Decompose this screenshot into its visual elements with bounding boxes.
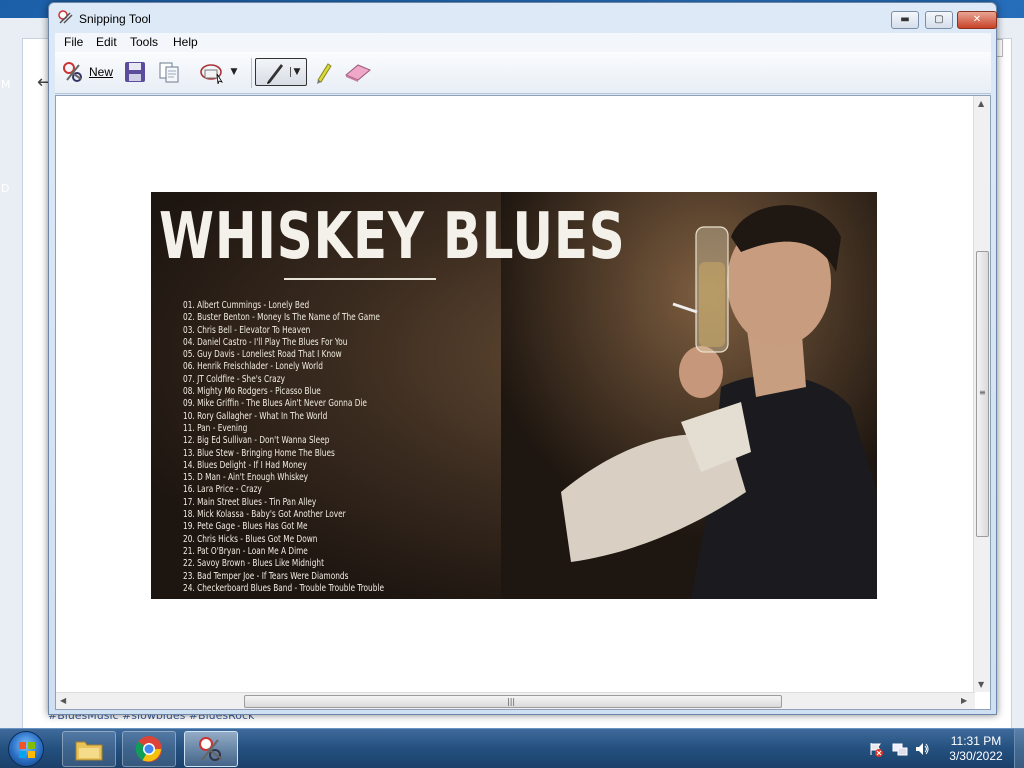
close-button[interactable]: ✕ <box>957 11 997 29</box>
track-item: 17. Main Street Blues - Tin Pan Alley <box>183 496 317 508</box>
track-item: 01. Albert Cummings - Lonely Bed <box>183 300 310 311</box>
track-item: 05. Guy Davis - Loneliest Road That I Kn… <box>183 349 342 361</box>
vertical-scrollbar[interactable]: ▲ ≡ ▼ <box>973 96 990 692</box>
maximize-button[interactable]: ▢ <box>925 11 953 29</box>
track-item: 04. Daniel Castro - I'll Play The Blues … <box>183 336 348 348</box>
show-desktop-button[interactable] <box>1014 729 1024 768</box>
copy-icon <box>159 62 179 83</box>
background-side-letters: M D <box>0 58 12 658</box>
taskbar-chrome[interactable] <box>122 731 176 767</box>
track-item: 24. Checkerboard Blues Band - Trouble Tr… <box>183 582 385 594</box>
track-item: 06. Henrik Freischlader - Lonely World <box>183 361 323 373</box>
pen-dropdown-arrow[interactable]: ▼ <box>289 67 300 77</box>
track-item: 10. Rory Gallagher - What In The World <box>183 410 328 422</box>
snipping-tool-window: Snipping Tool ▬ ▢ ✕ File Edit Tools Help… <box>48 2 997 715</box>
title-underline <box>284 278 436 280</box>
track-item: 11. Pan - Evening <box>183 422 248 434</box>
clock-date: 3/30/2022 <box>949 749 1003 763</box>
menu-file[interactable]: File <box>64 35 83 49</box>
track-item: 18. Mick Kolassa - Baby's Got Another Lo… <box>183 509 346 521</box>
snipping-tool-icon <box>58 10 73 24</box>
menu-edit[interactable]: Edit <box>96 35 117 49</box>
track-item: 12. Big Ed Sullivan - Don't Wanna Sleep <box>183 435 330 447</box>
grip-icon: ≡ <box>979 388 986 397</box>
chrome-icon <box>135 736 162 762</box>
track-item: 09. Mike Griffin - The Blues Ain't Never… <box>183 398 367 410</box>
network-icon[interactable] <box>892 741 908 757</box>
start-button[interactable] <box>8 731 44 767</box>
scroll-up-icon[interactable]: ▲ <box>978 99 984 108</box>
title-bar[interactable]: Snipping Tool ▬ ▢ ✕ <box>49 3 997 33</box>
pen-icon <box>266 64 283 84</box>
track-item: 16. Lara Price - Crazy <box>183 484 262 496</box>
horizontal-scrollbar[interactable]: ◀ ||| ▶ <box>56 692 975 709</box>
window-title: Snipping Tool <box>79 12 151 26</box>
scroll-right-icon[interactable]: ▶ <box>961 696 967 705</box>
eraser-button[interactable] <box>343 58 373 86</box>
scroll-down-icon[interactable]: ▼ <box>978 680 984 689</box>
send-email-icon <box>199 64 223 84</box>
menu-bar: File Edit Tools Help <box>55 33 991 52</box>
new-button-label: New <box>88 65 113 79</box>
send-snip-button[interactable]: ▼ <box>193 58 243 86</box>
captured-image: WHISKEY BLUES 01. Albert Cummings - Lone… <box>151 192 877 599</box>
track-item: 23. Bad Temper Joe - If Tears Were Diamo… <box>183 570 349 582</box>
track-item: 14. Blues Delight - If I Had Money <box>183 459 307 471</box>
action-center-icon[interactable] <box>868 741 884 757</box>
track-item: 22. Savoy Brown - Blues Like Midnight <box>183 558 324 570</box>
track-item: 21. Pat O'Bryan - Loan Me A Dime <box>183 545 308 557</box>
copy-button[interactable] <box>155 58 183 86</box>
toolbar: New ▼ ▼ <box>55 52 991 94</box>
scissors-icon <box>199 737 223 761</box>
taskbar: 11:31 PM 3/30/2022 <box>0 728 1024 768</box>
menu-tools[interactable]: Tools <box>130 35 158 49</box>
volume-icon[interactable] <box>914 741 930 757</box>
eraser-icon <box>345 64 371 82</box>
snip-canvas[interactable]: WHISKEY BLUES 01. Albert Cummings - Lone… <box>55 95 991 710</box>
clock-time: 11:31 PM <box>950 734 1002 748</box>
send-dropdown-arrow[interactable]: ▼ <box>231 67 238 77</box>
scissors-icon <box>62 62 82 82</box>
save-icon <box>125 62 145 82</box>
highlighter-button[interactable] <box>311 58 337 86</box>
save-button[interactable] <box>121 58 149 86</box>
minimize-button[interactable]: ▬ <box>891 11 919 29</box>
scroll-left-icon[interactable]: ◀ <box>60 696 66 705</box>
vertical-scroll-thumb[interactable]: ≡ <box>976 251 989 537</box>
track-item: 15. D Man - Ain't Enough Whiskey <box>183 472 309 484</box>
system-clock[interactable]: 11:31 PM 3/30/2022 <box>946 734 1006 764</box>
side-letter: M <box>1 78 11 91</box>
side-letter: D <box>1 182 10 195</box>
track-list: 01. Albert Cummings - Lonely Bed 02. Bus… <box>183 300 428 595</box>
track-item: 19. Pete Gage - Blues Has Got Me <box>183 521 308 533</box>
horizontal-scroll-thumb[interactable]: ||| <box>244 695 782 708</box>
windows-logo-icon <box>19 742 35 758</box>
track-item: 20. Chris Hicks - Blues Got Me Down <box>183 533 318 545</box>
folder-icon <box>75 741 103 761</box>
new-snip-button[interactable]: New <box>59 58 115 86</box>
taskbar-snipping-tool[interactable] <box>184 731 238 767</box>
toolbar-separator <box>251 58 252 88</box>
highlighter-icon <box>317 63 332 84</box>
menu-help[interactable]: Help <box>173 35 198 49</box>
track-item: 02. Buster Benton - Money Is The Name of… <box>183 312 380 324</box>
pen-button[interactable]: ▼ <box>255 58 307 86</box>
taskbar-file-explorer[interactable] <box>62 731 116 767</box>
track-item: 03. Chris Bell - Elevator To Heaven <box>183 324 311 336</box>
grip-icon: ||| <box>507 697 516 706</box>
track-item: 07. JT Coldfire - She's Crazy <box>183 373 285 385</box>
track-item: 13. Blue Stew - Bringing Home The Blues <box>183 447 335 459</box>
track-item: 08. Mighty Mo Rodgers - Picasso Blue <box>183 386 321 398</box>
capture-title: WHISKEY BLUES <box>159 200 626 274</box>
